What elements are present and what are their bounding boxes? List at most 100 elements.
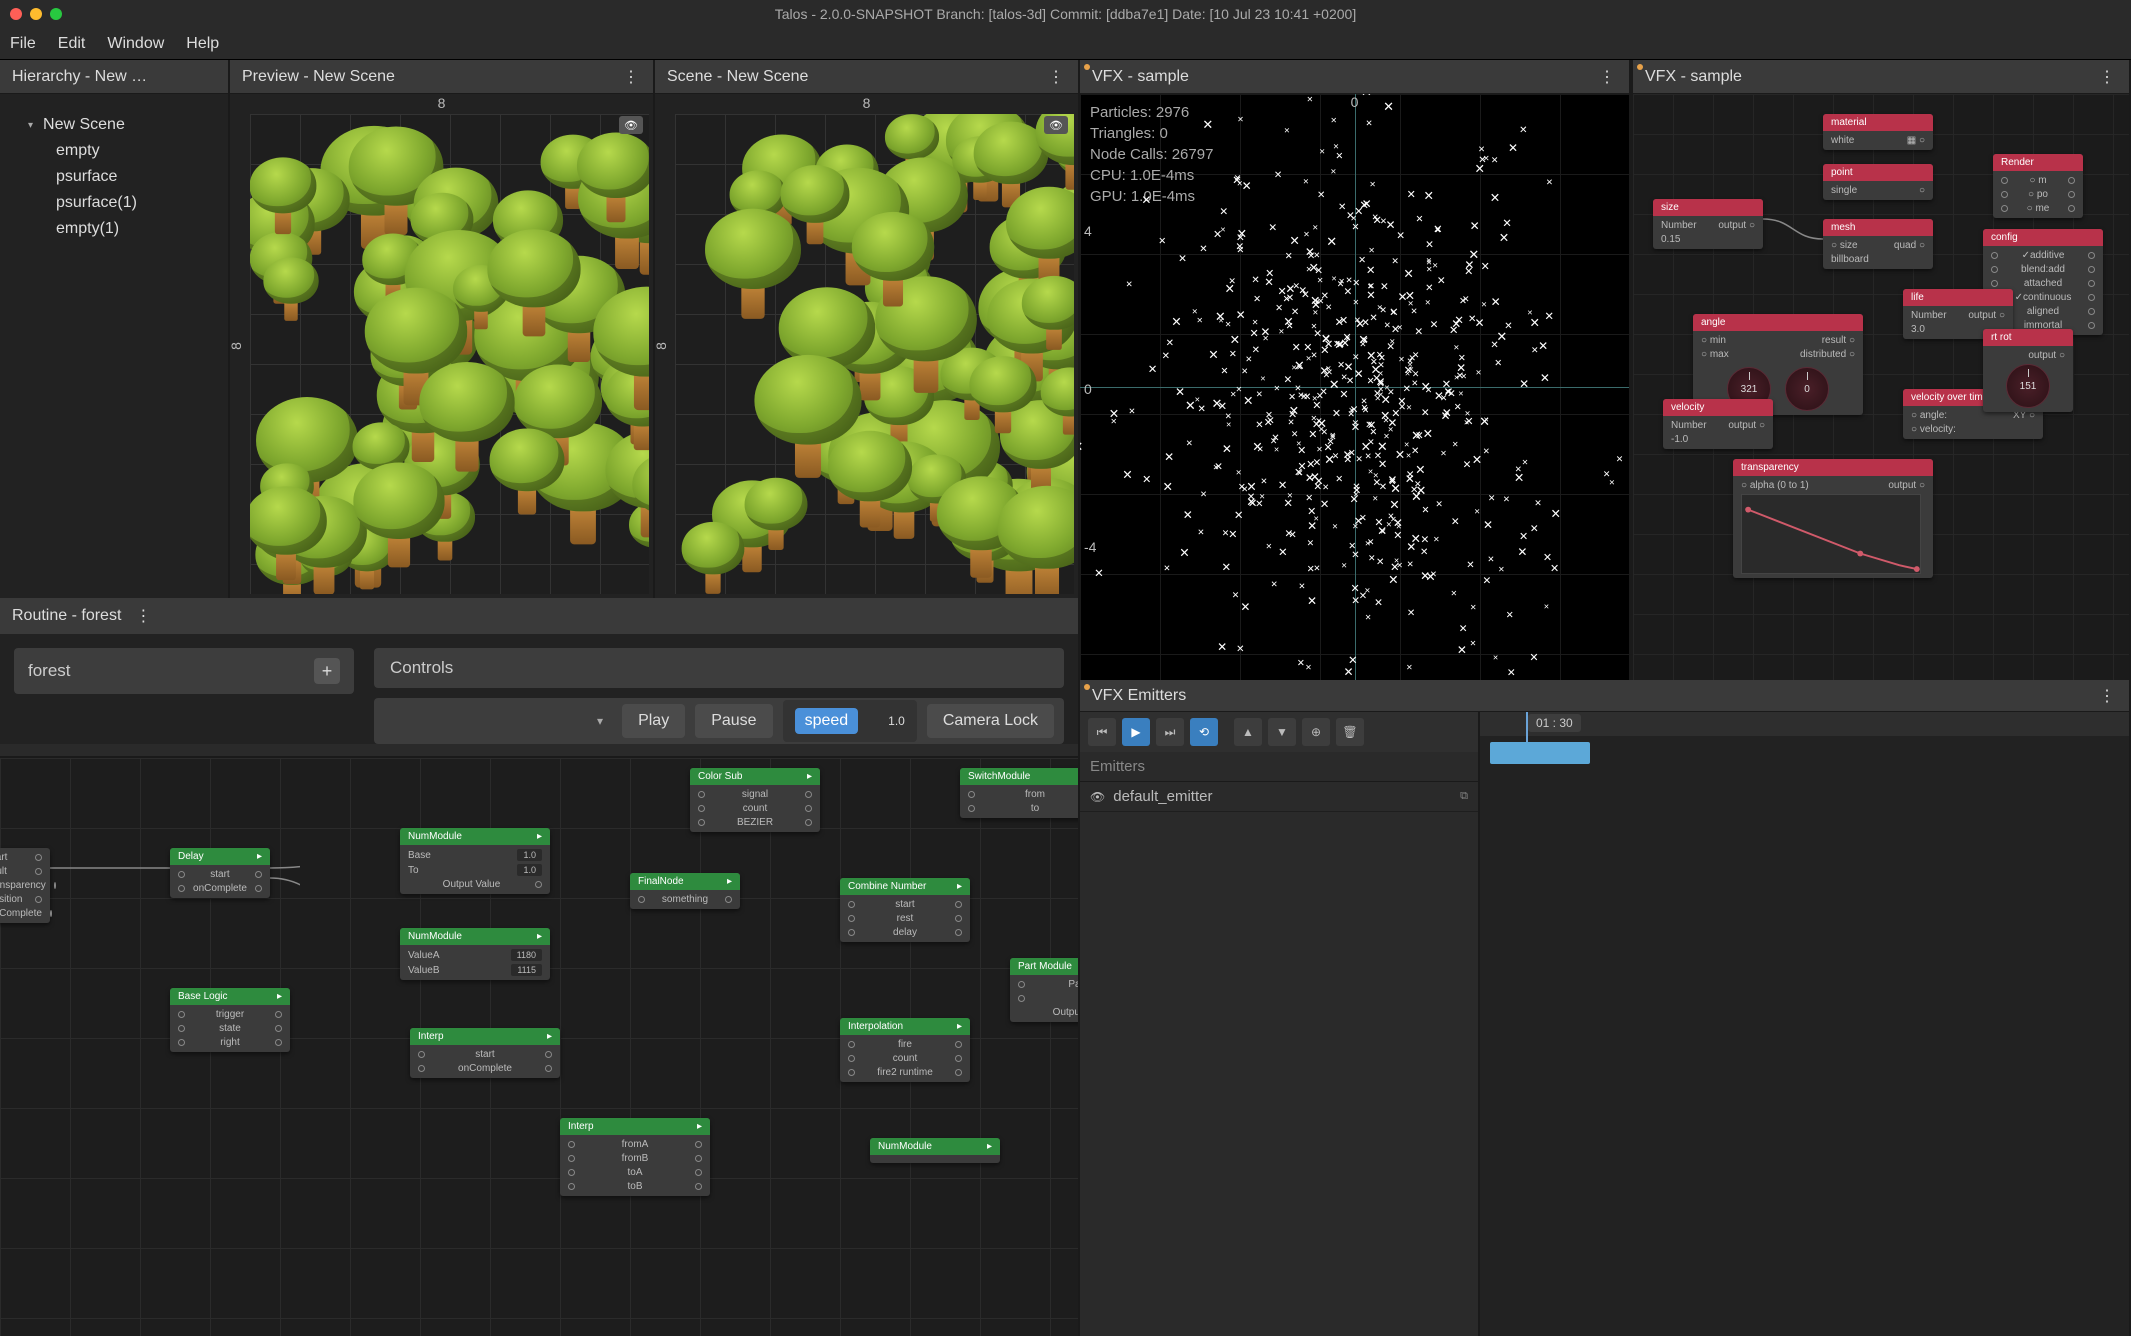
- graph-node[interactable]: SwitchModule▸fromto: [960, 768, 1078, 818]
- scene-panel: Scene - New Scene ⋮ 8 8: [655, 60, 1080, 598]
- preview-tab-label: Preview - New Scene: [242, 68, 395, 86]
- tree-root[interactable]: New Scene: [8, 112, 220, 138]
- tree-item[interactable]: psurface: [8, 164, 220, 190]
- hierarchy-panel: Hierarchy - New … New Scene empty psurfa…: [0, 60, 230, 598]
- scene-content[interactable]: [675, 114, 1074, 594]
- skip-end-button[interactable]: ⏭: [1156, 718, 1184, 746]
- emitters-list-pane: ⏮ ▶ ⏭ ⟲ ▲ ▼ ⊕ 🗑 Emitters 👁 default_emitt…: [1080, 712, 1480, 1336]
- graph-node[interactable]: Delay▸startonComplete: [170, 848, 270, 898]
- routine-tab[interactable]: Routine - forest ⋮: [0, 598, 1078, 634]
- routine-node-graph[interactable]: startmulttransparencypositiononComplete D…: [0, 756, 1078, 1336]
- graph-node[interactable]: Part Module▸Particle0.0Output Value: [1010, 958, 1078, 1022]
- vfx-emitters-panel: VFX Emitters ⋮ ⏮ ▶ ⏭ ⟲ ▲ ▼ ⊕ 🗑 Emitters: [1080, 680, 2131, 1336]
- routine-toolbar: forest + Controls ▾ Play Pause speed 1.0…: [0, 634, 1078, 744]
- vfx-node[interactable]: materialwhite▦ ○: [1823, 114, 1933, 150]
- minimize-window-button[interactable]: [30, 8, 42, 20]
- scene-tab[interactable]: Scene - New Scene ⋮: [655, 60, 1078, 94]
- time-marker[interactable]: 01 : 30: [1528, 714, 1581, 732]
- vfx-node[interactable]: sizeNumberoutput ○0.15: [1653, 199, 1763, 249]
- stat-particles: Particles: 2976: [1090, 102, 1213, 123]
- vfx-ruler-0: 0: [1351, 94, 1359, 110]
- routine-selector[interactable]: forest +: [14, 648, 354, 694]
- visibility-toggle-icon[interactable]: [619, 116, 643, 134]
- graph-node[interactable]: FinalNode▸something: [630, 873, 740, 909]
- speed-value: 1.0: [888, 714, 905, 728]
- stat-calls: Node Calls: 26797: [1090, 144, 1213, 165]
- menu-edit[interactable]: Edit: [58, 35, 86, 53]
- vfx-node[interactable]: transparency○ alpha (0 to 1)output ○: [1733, 459, 1933, 578]
- graph-node[interactable]: Base Logic▸triggerstateright: [170, 988, 290, 1052]
- vfx-node[interactable]: rt rot output ○151: [1983, 329, 2073, 412]
- vfx-ruler-yn4: -4: [1084, 539, 1096, 555]
- kebab-menu-icon[interactable]: ⋮: [1597, 67, 1617, 87]
- vfx-stats: Particles: 2976 Triangles: 0 Node Calls:…: [1090, 102, 1213, 207]
- play-button[interactable]: Play: [622, 704, 685, 738]
- graph-node[interactable]: Interp▸startonComplete: [410, 1028, 560, 1078]
- kebab-menu-icon[interactable]: ⋮: [621, 67, 641, 87]
- menu-help[interactable]: Help: [186, 35, 219, 53]
- speed-field[interactable]: speed 1.0: [783, 700, 917, 742]
- graph-node[interactable]: NumModule▸: [870, 1138, 1000, 1163]
- vfx-node[interactable]: Render○ m○ po○ me: [1993, 154, 2083, 218]
- preview-tab[interactable]: Preview - New Scene ⋮: [230, 60, 653, 94]
- graph-node[interactable]: Color Sub▸signalcountBEZIER: [690, 768, 820, 832]
- tree-item[interactable]: empty(1): [8, 216, 220, 242]
- graph-node[interactable]: NumModule▸Base1.0To1.0Output Value: [400, 828, 550, 894]
- visibility-icon[interactable]: 👁: [1090, 790, 1105, 804]
- speed-label: speed: [795, 708, 859, 734]
- vfx-viewport-tab[interactable]: VFX - sample ⋮: [1080, 60, 1629, 94]
- graph-node[interactable]: Interp▸fromAfromBtoAtoB: [560, 1118, 710, 1196]
- graph-node[interactable]: NumModule▸ValueA1180ValueB1115: [400, 928, 550, 980]
- window-controls: [10, 8, 62, 20]
- vfx-node[interactable]: pointsingle○: [1823, 164, 1933, 200]
- tree-item[interactable]: empty: [8, 138, 220, 164]
- pause-button[interactable]: Pause: [695, 704, 772, 738]
- delete-emitter-button[interactable]: 🗑: [1336, 718, 1364, 746]
- skip-start-button[interactable]: ⏮: [1088, 718, 1116, 746]
- menu-window[interactable]: Window: [107, 35, 164, 53]
- menu-file[interactable]: File: [10, 35, 36, 53]
- vfx-nodes-tab[interactable]: VFX - sample ⋮: [1633, 60, 2129, 94]
- vfx-node-graph[interactable]: materialwhite▦ ○ pointsingle○ sizeNumberou…: [1633, 94, 2129, 680]
- emitter-track[interactable]: [1490, 742, 1590, 764]
- camera-lock-button[interactable]: Camera Lock: [927, 704, 1054, 738]
- kebab-menu-icon[interactable]: ⋮: [2097, 67, 2117, 87]
- emitters-list: Emitters 👁 default_emitter ⧉: [1080, 752, 1478, 1336]
- vfx-emitters-tab[interactable]: VFX Emitters ⋮: [1080, 680, 2129, 712]
- move-up-button[interactable]: ▲: [1234, 718, 1262, 746]
- add-routine-button[interactable]: +: [314, 658, 340, 684]
- dropdown-caret-icon[interactable]: ▾: [588, 714, 612, 728]
- play-button[interactable]: ▶: [1122, 718, 1150, 746]
- add-emitter-button[interactable]: ⊕: [1302, 718, 1330, 746]
- tree-item[interactable]: psurface(1): [8, 190, 220, 216]
- move-down-button[interactable]: ▼: [1268, 718, 1296, 746]
- window-title: Talos - 2.0.0-SNAPSHOT Branch: [talos-3d…: [775, 6, 1356, 22]
- loop-button[interactable]: ⟲: [1190, 718, 1218, 746]
- vfx-node[interactable]: mesh○ sizequad ○billboard: [1823, 219, 1933, 269]
- visibility-toggle-icon[interactable]: [1044, 116, 1068, 134]
- preview-content[interactable]: [250, 114, 649, 594]
- kebab-menu-icon[interactable]: ⋮: [1046, 67, 1066, 87]
- maximize-window-button[interactable]: [50, 8, 62, 20]
- hierarchy-tab[interactable]: Hierarchy - New …: [0, 60, 228, 94]
- close-window-button[interactable]: [10, 8, 22, 20]
- routine-tab-label: Routine - forest: [12, 607, 121, 625]
- graph-node[interactable]: startmulttransparencypositiononComplete: [0, 848, 50, 923]
- graph-node[interactable]: Combine Number▸startrestdelay: [840, 878, 970, 942]
- copy-icon[interactable]: ⧉: [1460, 790, 1468, 803]
- vfx-node[interactable]: velocityNumberoutput ○-1.0: [1663, 399, 1773, 449]
- kebab-menu-icon[interactable]: ⋮: [2097, 686, 2117, 706]
- vfx-ruler-y4: 4: [1084, 223, 1092, 239]
- timeline[interactable]: 01 : 30: [1480, 712, 2129, 1336]
- emitter-row[interactable]: 👁 default_emitter ⧉: [1080, 782, 1478, 812]
- timeline-ruler[interactable]: 01 : 30: [1480, 712, 2129, 736]
- vfx-viewport[interactable]: 0 4 0 -4 Particles: 2976 Triangles: 0 No…: [1080, 94, 1629, 680]
- time-value: 01 : 30: [1536, 716, 1573, 730]
- graph-node[interactable]: Interpolation▸firecountfire2 runtime: [840, 1018, 970, 1082]
- preview-panel: Preview - New Scene ⋮ 8 8: [230, 60, 655, 598]
- kebab-menu-icon[interactable]: ⋮: [135, 606, 151, 626]
- scene-tab-label: Scene - New Scene: [667, 68, 808, 86]
- vfx-ruler-y0: 0: [1084, 381, 1092, 397]
- routine-panel: Routine - forest ⋮ forest + Controls ▾ P…: [0, 598, 1080, 1336]
- emitters-list-header: Emitters: [1080, 752, 1478, 782]
